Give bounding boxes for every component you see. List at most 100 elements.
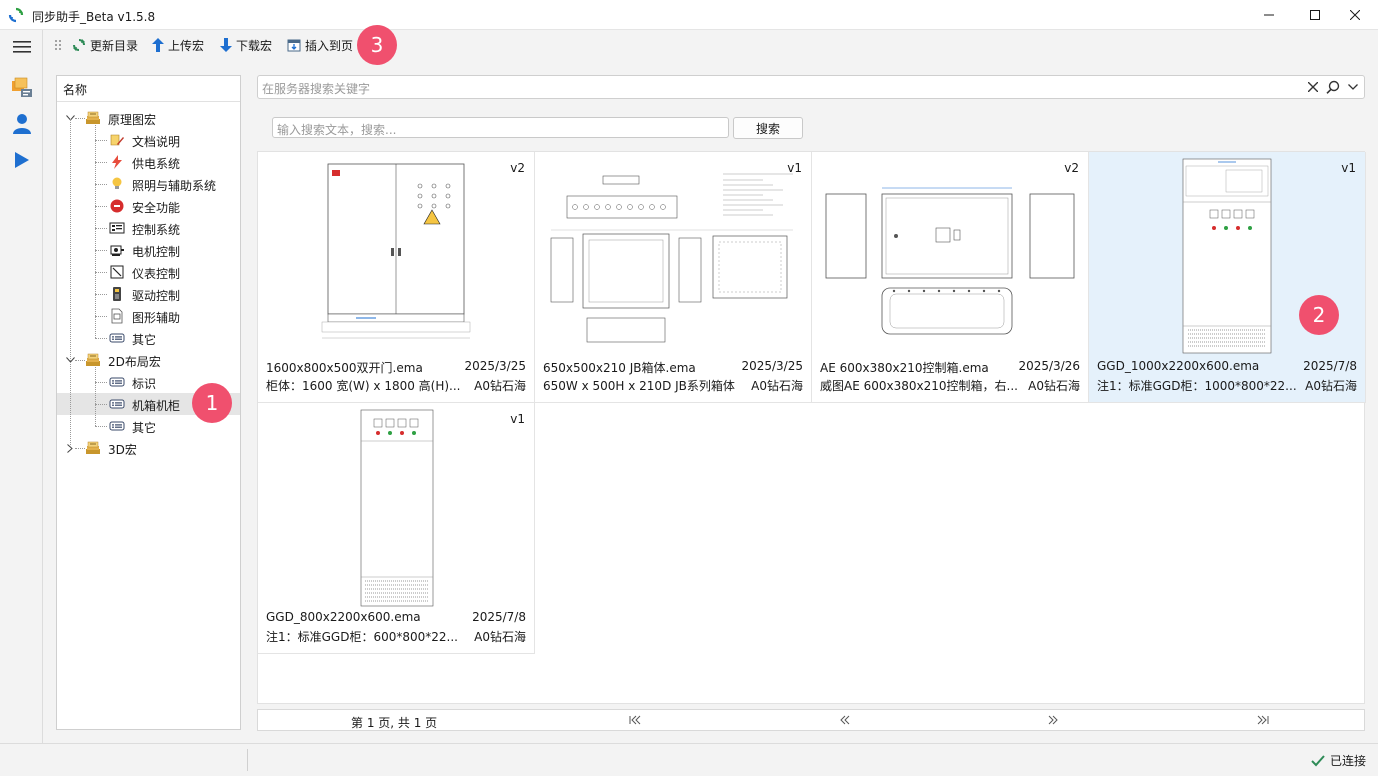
last-page-icon xyxy=(1257,715,1269,725)
search-dropdown-button[interactable] xyxy=(1345,79,1361,95)
tree-item[interactable]: 原理图宏 xyxy=(57,107,240,129)
tree-item-label: 其它 xyxy=(132,421,157,435)
run-button[interactable] xyxy=(8,146,36,174)
tree-header: 名称 xyxy=(57,76,240,102)
macro-thumbnail xyxy=(360,409,434,607)
macro-card[interactable]: v2 AE 600x380x210控制箱.ema 2025/3/26 威图AE 600… xyxy=(812,152,1089,403)
check-icon xyxy=(1311,754,1325,766)
graphic-icon xyxy=(109,308,125,324)
macro-thumbnail xyxy=(316,160,476,350)
folder-stack-icon xyxy=(85,110,101,126)
tree-item-label: 驱动控制 xyxy=(132,289,181,303)
insert-to-page-button[interactable]: 插入到页 xyxy=(287,35,353,55)
title-bar: 同步助手_Beta v1.5.8 xyxy=(0,0,1378,30)
clear-search-button[interactable] xyxy=(1305,79,1321,95)
menu-button[interactable] xyxy=(8,33,36,61)
macro-author: A0钻石海 xyxy=(1028,379,1080,393)
upload-macro-button[interactable]: 上传宏 xyxy=(152,35,204,55)
first-page-icon xyxy=(629,715,641,725)
search-button[interactable]: 搜索 xyxy=(733,117,803,139)
tree-item-label: 2D布局宏 xyxy=(108,355,161,369)
next-page-button[interactable] xyxy=(1044,712,1062,728)
clear-icon xyxy=(1308,82,1318,92)
tree-item[interactable]: 安全功能 xyxy=(57,195,240,217)
tree-item[interactable]: 控制系统 xyxy=(57,217,240,239)
tree-item[interactable]: 其它 xyxy=(57,327,240,349)
tree-item[interactable]: 供电系统 xyxy=(57,151,240,173)
tree-item-label: 图形辅助 xyxy=(132,311,181,325)
text-search-input[interactable]: 输入搜索文本，搜索... xyxy=(272,117,729,138)
tree-connector xyxy=(70,119,71,447)
server-search-box[interactable]: 在服务器搜索关键字 xyxy=(257,75,1365,99)
tree-item[interactable]: 仪表控制 xyxy=(57,261,240,283)
macro-grid: v2 1600x800x500双开门.ema 2025/3/25 柜体：1600 宽(… xyxy=(257,151,1366,704)
tree-item-label: 原理图宏 xyxy=(108,113,157,127)
arrow-down-icon xyxy=(220,38,232,52)
macro-card[interactable]: v1 GGD_800x2200x600.ema 2025/7/8 注1：标准GGD柜：… xyxy=(258,403,535,654)
bulb-icon xyxy=(109,176,125,192)
first-page-button[interactable] xyxy=(626,712,644,728)
toolbar-grip-icon[interactable] xyxy=(54,39,62,51)
minimize-icon xyxy=(1264,14,1274,16)
tree-item[interactable]: 驱动控制 xyxy=(57,283,240,305)
macro-date: 2025/3/26 xyxy=(1018,359,1080,373)
prev-page-button[interactable] xyxy=(836,712,854,728)
last-page-button[interactable] xyxy=(1254,712,1272,728)
server-search-placeholder: 在服务器搜索关键字 xyxy=(262,82,371,96)
drive-icon xyxy=(109,286,125,302)
connection-status-text: 已连接 xyxy=(1329,754,1366,768)
refresh-icon xyxy=(73,39,85,51)
tree-connector xyxy=(95,404,107,405)
tree-connector xyxy=(95,228,107,229)
macro-library-button[interactable] xyxy=(8,74,36,102)
macro-version: v2 xyxy=(510,161,525,175)
macro-card[interactable]: v1 650x500x210 JB箱体.ema 2025/3/25 650W x 50… xyxy=(535,152,812,403)
minimize-button[interactable] xyxy=(1246,0,1292,30)
macro-name: 1600x800x500双开门.ema xyxy=(266,361,423,375)
tree-item[interactable]: 2D布局宏 xyxy=(57,349,240,371)
tree-item-label: 供电系统 xyxy=(132,157,181,171)
user-icon xyxy=(13,114,31,134)
macro-date: 2025/7/8 xyxy=(472,610,526,624)
maximize-icon xyxy=(1310,10,1320,20)
tree-item-label: 文档说明 xyxy=(132,135,181,149)
macro-name: AE 600x380x210控制箱.ema xyxy=(820,361,989,375)
macro-library-icon xyxy=(12,77,32,97)
close-button[interactable] xyxy=(1332,0,1378,30)
macro-card[interactable]: v2 1600x800x500双开门.ema 2025/3/25 柜体：1600 宽(… xyxy=(258,152,535,403)
macro-version: v1 xyxy=(510,412,525,426)
arrow-up-icon xyxy=(152,38,164,52)
tree-item[interactable]: 图形辅助 xyxy=(57,305,240,327)
tree-item[interactable]: 3D宏 xyxy=(57,437,240,459)
folder-stack-icon xyxy=(85,352,101,368)
download-macro-button[interactable]: 下载宏 xyxy=(220,35,272,55)
motor-icon xyxy=(109,242,125,258)
macro-author: A0钻石海 xyxy=(474,630,526,644)
macro-name: GGD_1000x2200x600.ema xyxy=(1097,359,1260,373)
tree-item-label: 3D宏 xyxy=(108,443,137,457)
tree-item[interactable]: 照明与辅助系统 xyxy=(57,173,240,195)
tree-item[interactable]: 电机控制 xyxy=(57,239,240,261)
tree-connector xyxy=(95,206,107,207)
refresh-catalog-button[interactable]: 更新目录 xyxy=(72,35,138,55)
macro-name: 650x500x210 JB箱体.ema xyxy=(543,361,696,375)
macro-thumbnail xyxy=(1182,158,1272,354)
toolbar: 更新目录 上传宏 下载宏 插入到页 xyxy=(44,30,1378,60)
macro-author: A0钻石海 xyxy=(1305,379,1357,393)
macro-card[interactable]: v1 GGD_1000x2200x600.ema 2025/7/8 注1：标准GGD柜… xyxy=(1089,152,1366,403)
gauge-icon xyxy=(109,264,125,280)
refresh-label: 更新目录 xyxy=(90,38,139,53)
macro-version: v2 xyxy=(1064,161,1079,175)
document-pen-icon xyxy=(109,132,125,148)
chevron-down-icon xyxy=(1348,84,1358,90)
tree-item-label: 标识 xyxy=(132,377,157,391)
macro-description: 650W x 500H x 210D JB系列箱体 xyxy=(543,379,735,393)
search-submit-button[interactable] xyxy=(1325,79,1341,95)
tree-connector xyxy=(95,426,107,427)
macro-thumbnail xyxy=(543,160,803,350)
annotation-badge-3: 3 xyxy=(357,25,397,65)
tree-item[interactable]: 文档说明 xyxy=(57,129,240,151)
window-title: 同步助手_Beta v1.5.8 xyxy=(32,10,156,24)
macro-description: 柜体：1600 宽(W) x 1800 高(H)... xyxy=(266,379,461,393)
user-button[interactable] xyxy=(8,110,36,138)
